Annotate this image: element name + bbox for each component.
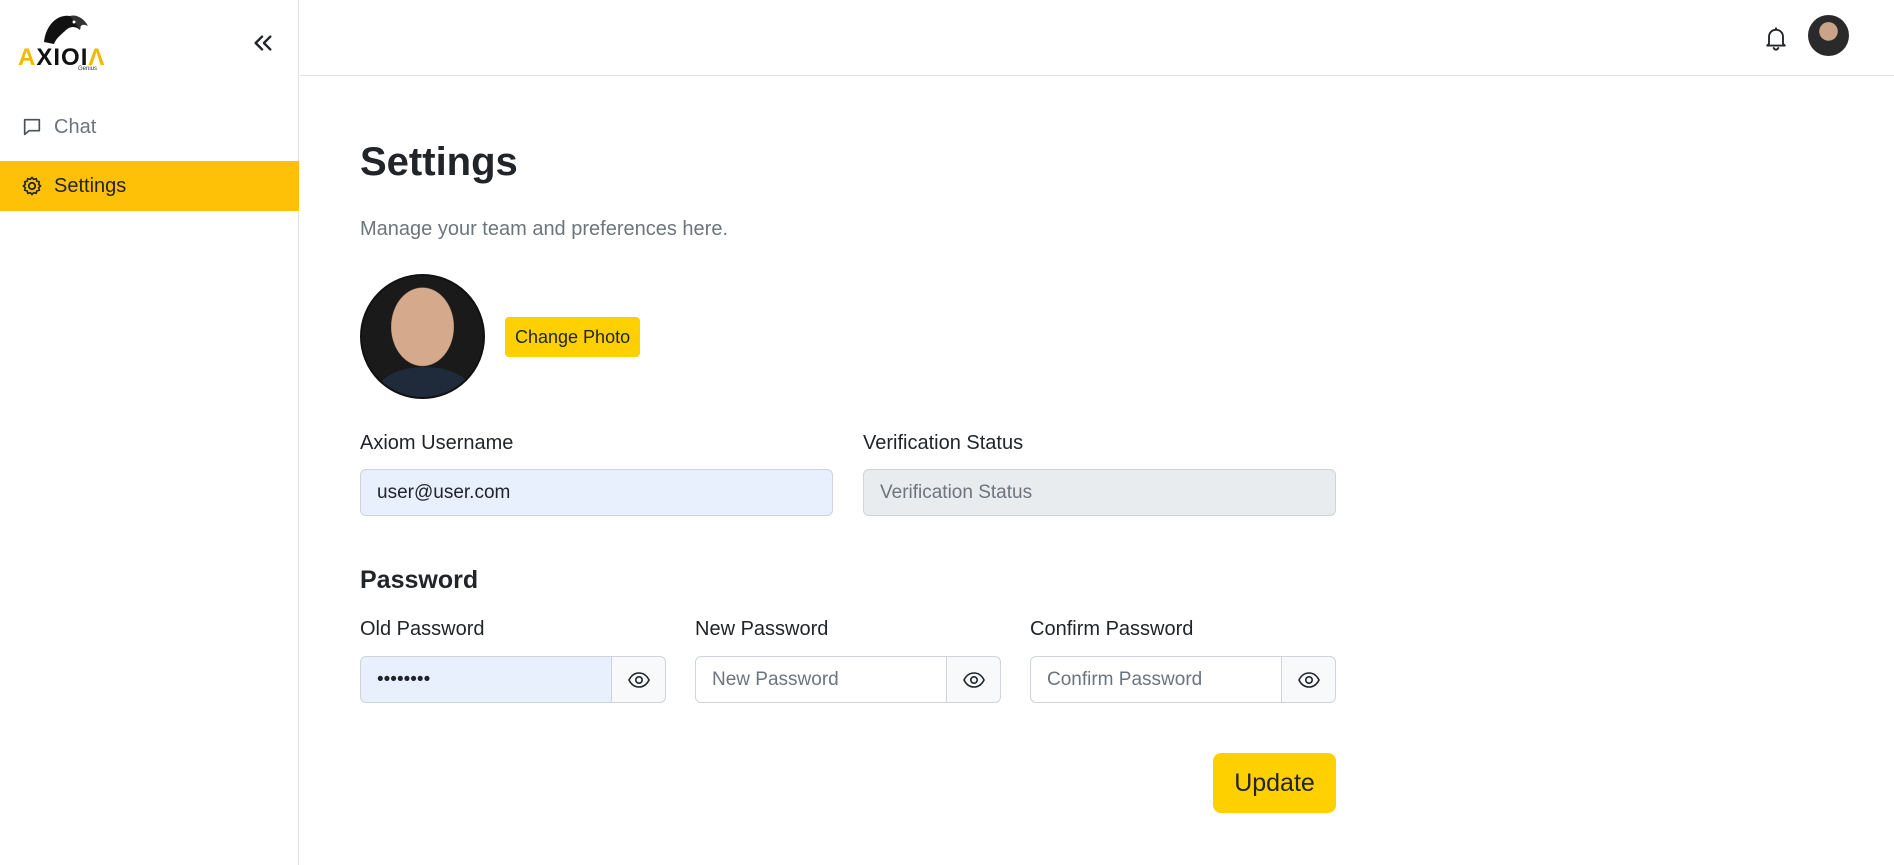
sidebar-item-label: Chat: [54, 115, 97, 138]
sidebar-item-chat[interactable]: Chat: [0, 102, 299, 152]
new-password-field[interactable]: [695, 656, 947, 703]
sidebar-item-label: Settings: [54, 174, 127, 197]
eye-icon: [627, 671, 650, 688]
collapse-sidebar-button[interactable]: [248, 28, 278, 58]
confirm-password-label: Confirm Password: [1030, 618, 1194, 640]
verification-status-field: [863, 469, 1336, 516]
show-new-password-button[interactable]: [947, 656, 1001, 703]
top-bar: [300, 0, 1894, 76]
show-confirm-password-button[interactable]: [1282, 656, 1336, 703]
change-photo-button[interactable]: Change Photo: [505, 317, 641, 357]
username-field[interactable]: [360, 469, 833, 516]
profile-photo: [360, 274, 485, 399]
gear-icon: [20, 174, 44, 198]
chevrons-left-icon: [254, 35, 272, 51]
bell-icon[interactable]: [1762, 24, 1790, 52]
username-label: Axiom Username: [360, 432, 514, 454]
logo-subtext: Genius: [78, 66, 98, 72]
page-title: Settings: [360, 140, 518, 184]
show-old-password-button[interactable]: [612, 656, 666, 703]
eye-icon: [962, 671, 985, 688]
avatar[interactable]: [1808, 15, 1849, 56]
sidebar: AXIOIΛ Genius Chat Settings: [0, 0, 299, 865]
new-password-label: New Password: [695, 618, 829, 640]
old-password-field[interactable]: [360, 656, 612, 703]
confirm-password-field[interactable]: [1030, 656, 1282, 703]
axiom-logo[interactable]: AXIOIΛ Genius: [18, 12, 113, 74]
password-heading: Password: [360, 566, 479, 594]
chat-bubble-icon: [20, 115, 44, 139]
eye-icon: [1297, 671, 1320, 688]
update-button[interactable]: Update: [1213, 753, 1336, 813]
old-password-label: Old Password: [360, 618, 485, 640]
logo-mascot-icon: [44, 15, 88, 44]
verification-status-label: Verification Status: [863, 432, 1024, 454]
sidebar-item-settings[interactable]: Settings: [0, 161, 299, 211]
page-subtitle: Manage your team and preferences here.: [360, 218, 728, 240]
